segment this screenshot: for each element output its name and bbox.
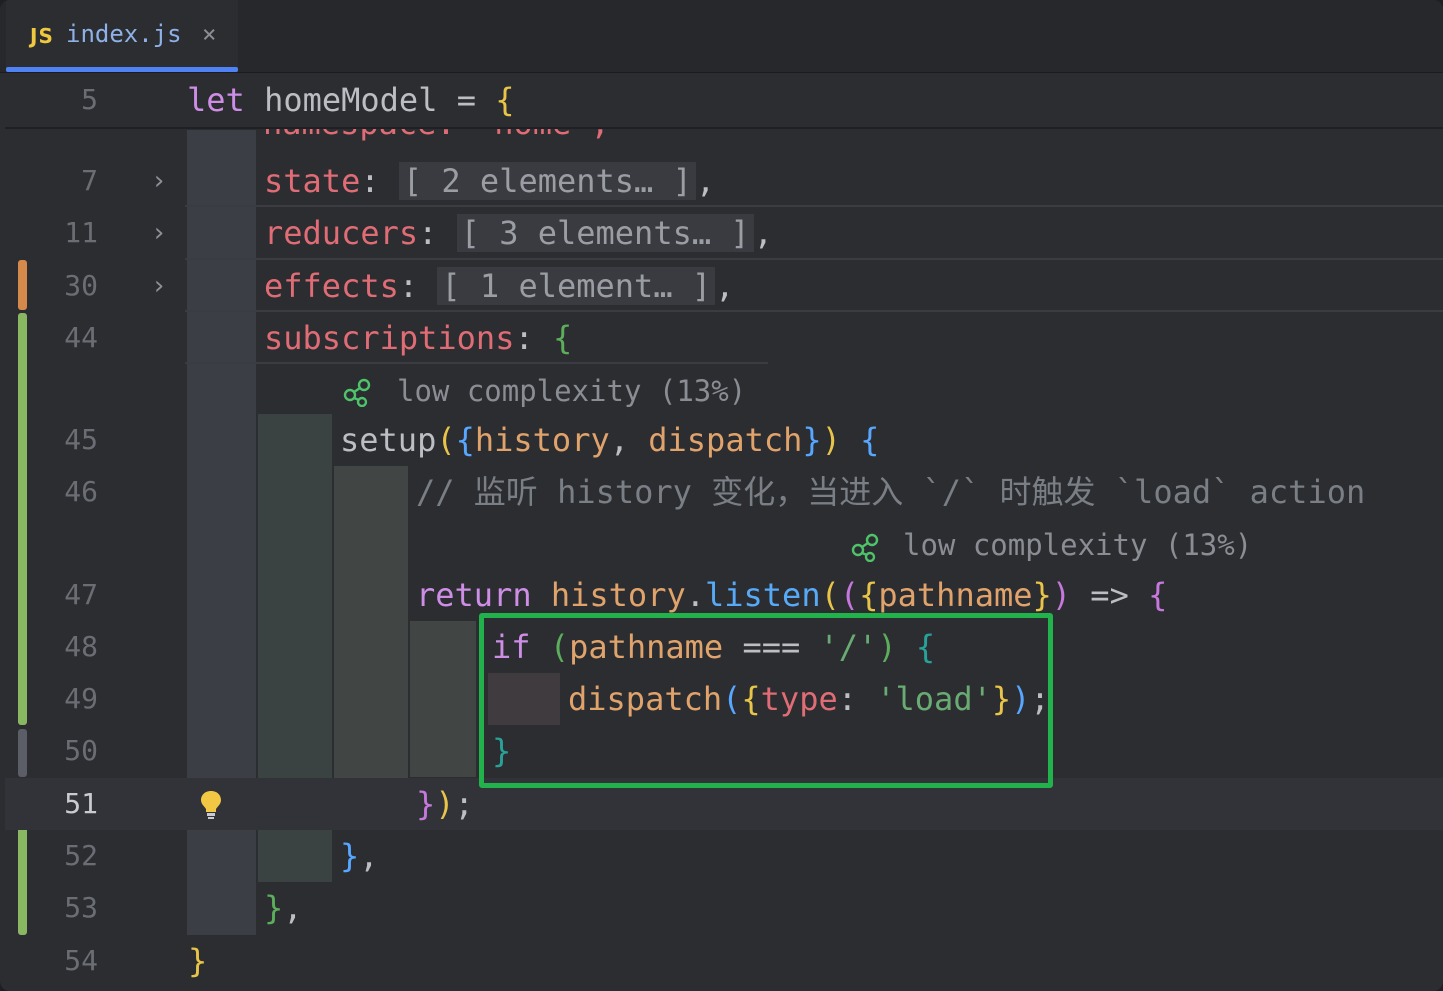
code-line: }); xyxy=(416,785,474,823)
code-line: }, xyxy=(264,889,303,927)
code-row[interactable]: 11 › reducers: [ 3 elements… ], xyxy=(5,207,1443,259)
code-row[interactable]: 53 }, xyxy=(5,882,1443,934)
line-number: 7 xyxy=(81,164,98,197)
line-number: 46 xyxy=(64,475,98,508)
line-number: 50 xyxy=(64,734,98,767)
code-row[interactable]: 52 }, xyxy=(5,830,1443,882)
code-line: setup({history, dispatch}) { xyxy=(340,421,880,459)
code-comment: // 监听 history 变化，当进入 `/` 时触发 `load` acti… xyxy=(416,473,1366,511)
tab-label: index.js xyxy=(66,20,182,48)
tab-bar: JS index.js × xyxy=(0,0,1443,73)
partial-code-line: namespace: 'home', xyxy=(185,127,785,149)
line-number: 44 xyxy=(64,321,98,354)
js-file-icon: JS xyxy=(30,24,54,48)
folded-region[interactable]: [ 3 elements… ] xyxy=(456,214,754,252)
code-line: } xyxy=(188,942,208,980)
complexity-icon[interactable] xyxy=(850,532,880,562)
line-number: 11 xyxy=(64,216,98,249)
line-number: 49 xyxy=(64,682,98,715)
code-row[interactable]: 45 setup({history, dispatch}) { xyxy=(5,414,1443,466)
code-line: state: [ 2 elements… ], xyxy=(264,162,716,200)
code-complexity-hint[interactable]: low complexity (13%) xyxy=(903,519,1252,571)
sticky-scope-header[interactable]: 5 let homeModel = { xyxy=(5,73,1443,129)
line-number: 47 xyxy=(64,578,98,611)
code-complexity-hint[interactable]: low complexity (13%) xyxy=(397,365,746,417)
code-row[interactable]: 30 › effects: [ 1 element… ], xyxy=(5,260,1443,312)
active-tab-indicator xyxy=(6,67,238,72)
code-line: let homeModel = { xyxy=(187,81,515,119)
fold-chevron-icon[interactable]: › xyxy=(151,155,167,207)
line-number: 5 xyxy=(81,83,98,116)
complexity-icon[interactable] xyxy=(342,377,372,407)
highlight-annotation-box xyxy=(479,613,1053,788)
code-row[interactable]: 46 // 监听 history 变化，当进入 `/` 时触发 `load` a… xyxy=(5,466,1443,518)
code-row[interactable]: 54 } xyxy=(5,935,1443,987)
code-row[interactable]: 7 › state: [ 2 elements… ], xyxy=(5,155,1443,207)
fold-chevron-icon[interactable]: › xyxy=(151,260,167,312)
code-line: }, xyxy=(340,837,379,875)
line-number: 51 xyxy=(64,787,98,820)
line-number: 52 xyxy=(64,839,98,872)
folded-region[interactable]: [ 2 elements… ] xyxy=(398,162,696,200)
code-line: effects: [ 1 element… ], xyxy=(264,267,735,305)
lightbulb-icon[interactable] xyxy=(199,789,223,821)
code-line: subscriptions: { xyxy=(264,319,573,357)
divider xyxy=(185,362,768,364)
editor-window: JS index.js × 5 let homeModel = { namesp… xyxy=(0,0,1443,991)
code-row[interactable]: 44 subscriptions: { xyxy=(5,312,1443,364)
line-number: 30 xyxy=(64,269,98,302)
folded-region[interactable]: [ 1 element… ] xyxy=(437,267,716,305)
code-line: reducers: [ 3 elements… ], xyxy=(264,214,773,252)
tab-index-js[interactable]: JS index.js × xyxy=(6,0,238,72)
close-icon[interactable]: × xyxy=(202,20,216,48)
line-number: 54 xyxy=(64,944,98,977)
line-number: 45 xyxy=(64,423,98,456)
code-editor[interactable]: 5 let homeModel = { namespace: 'home', 6… xyxy=(5,73,1443,991)
line-number: 48 xyxy=(64,630,98,663)
line-number: 53 xyxy=(64,891,98,924)
fold-chevron-icon[interactable]: › xyxy=(151,207,167,259)
